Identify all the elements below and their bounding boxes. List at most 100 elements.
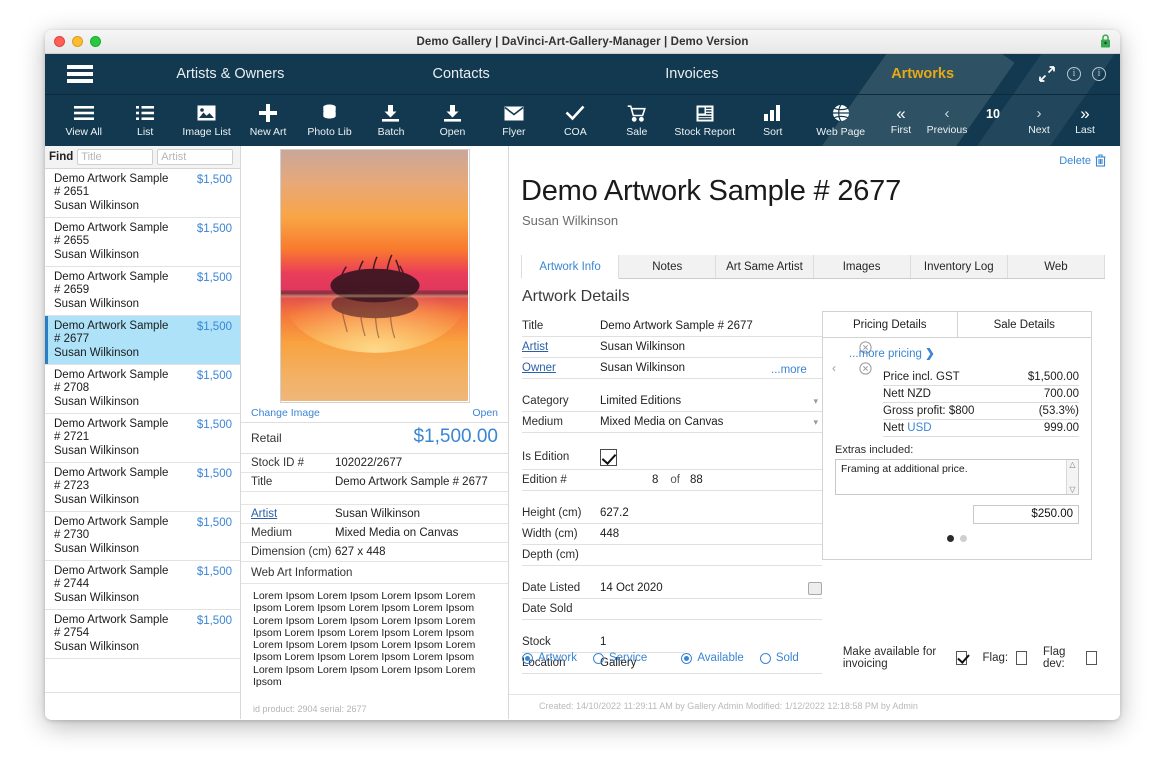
hamburger-menu-icon[interactable]: [45, 65, 115, 83]
scroll-up-icon[interactable]: △: [1069, 460, 1075, 469]
extras-amount-input[interactable]: $250.00: [973, 505, 1079, 524]
flag-checkbox[interactable]: [1016, 651, 1027, 665]
open-image-link[interactable]: Open: [472, 407, 498, 419]
toolbar-button-open[interactable]: Open: [422, 103, 483, 138]
tab-notes[interactable]: Notes: [619, 255, 716, 278]
toolbar-button-web-page[interactable]: Web Page: [803, 103, 877, 138]
toolbar-button-new-art[interactable]: New Art: [237, 103, 298, 138]
tab-images[interactable]: Images: [814, 255, 911, 278]
toolbar-button-view-all[interactable]: View All: [53, 103, 114, 138]
toolbar-button-sort[interactable]: Sort: [742, 103, 803, 138]
pager-dot-1[interactable]: [947, 535, 954, 542]
nav-item-artists-owners[interactable]: Artists & Owners: [115, 66, 346, 82]
chevron-down-icon-medium[interactable]: ▾: [813, 417, 818, 428]
field-edition-number[interactable]: Edition # 8 of 88: [522, 470, 822, 491]
field-medium[interactable]: Medium Mixed Media on Canvas ▾: [522, 412, 822, 433]
toolbar-label: Flyer: [502, 126, 525, 138]
download-icon: [382, 103, 399, 123]
field-label-depth: Depth (cm): [522, 549, 600, 561]
field-is-edition[interactable]: Is Edition: [522, 445, 822, 470]
find-title-input[interactable]: [77, 149, 153, 165]
field-label-category: Category: [522, 395, 600, 407]
toolbar-button-stock-report[interactable]: Stock Report: [668, 103, 742, 138]
field-artist[interactable]: Artist Susan Wilkinson: [522, 337, 822, 358]
list-item[interactable]: Demo Artwork Sample # 2655Susan Wilkinso…: [45, 218, 240, 267]
field-value-width: 448: [600, 528, 619, 540]
more-pricing-link[interactable]: ...more pricing ❯: [835, 346, 1079, 360]
nav-item-artworks[interactable]: Artworks: [807, 66, 1038, 82]
field-date-sold[interactable]: Date Sold: [522, 599, 822, 620]
radio-artwork[interactable]: Artwork: [522, 652, 577, 664]
artwork-list[interactable]: Demo Artwork Sample # 2651 Susan Wilkinso…: [45, 169, 240, 719]
list-item[interactable]: Demo Artwork Sample # 2730Susan Wilkinso…: [45, 512, 240, 561]
list-item[interactable]: Demo Artwork Sample # 2651Susan Wilkinso…: [45, 169, 240, 218]
main-toolbar: View All List Image List: [45, 95, 1120, 146]
tab-inventory-log[interactable]: Inventory Log: [911, 255, 1008, 278]
nav-item-invoices[interactable]: Invoices: [577, 66, 808, 82]
radio-sold[interactable]: Sold: [760, 652, 799, 664]
record-number[interactable]: 10 x: [970, 107, 1016, 135]
nav-last-button[interactable]: » Last: [1062, 105, 1108, 136]
field-title[interactable]: Title Demo Artwork Sample # 2677: [522, 316, 822, 337]
field-height[interactable]: Height (cm) 627.2: [522, 503, 822, 524]
list-item-title: Demo Artwork Sample # 2651: [54, 173, 176, 199]
more-link[interactable]: ...more: [771, 364, 807, 376]
nav-previous-button[interactable]: ‹ Previous: [924, 105, 970, 136]
field-label-owner[interactable]: Owner: [522, 362, 600, 374]
toolbar-button-image-list[interactable]: Image List: [176, 103, 237, 138]
list-item[interactable]: Demo Artwork Sample # 2721Susan Wilkinso…: [45, 414, 240, 463]
list-item[interactable]: Demo Artwork Sample # 2677Susan Wilkinso…: [45, 316, 240, 365]
artwork-image[interactable]: [280, 149, 470, 403]
pricing-row: Nett NZD700.00: [883, 386, 1079, 403]
toolbar-button-coa[interactable]: COA: [545, 103, 606, 138]
list-item-price: $1,500: [197, 370, 232, 382]
radio-service[interactable]: Service: [593, 652, 647, 664]
chevron-down-icon[interactable]: ▾: [813, 396, 818, 407]
field-value-medium: Mixed Media on Canvas: [600, 416, 723, 428]
list-item[interactable]: Demo Artwork Sample # 2708Susan Wilkinso…: [45, 365, 240, 414]
tab-web[interactable]: Web: [1008, 255, 1105, 278]
pager-dot-2[interactable]: [960, 535, 967, 542]
find-artist-input[interactable]: [157, 149, 233, 165]
field-label-date-listed: Date Listed: [522, 582, 600, 594]
info-circle-icon[interactable]: i: [1067, 67, 1081, 81]
extras-text: Framing at additional price.: [836, 460, 1066, 494]
field-category[interactable]: Category Limited Editions ▾: [522, 391, 822, 412]
calendar-icon[interactable]: [808, 582, 822, 595]
retail-price-row: Retail $1,500.00: [241, 423, 508, 454]
is-edition-checkbox[interactable]: [600, 449, 617, 466]
list-item-artist: Susan Wilkinson: [54, 542, 232, 556]
extras-textarea[interactable]: Framing at additional price. △ ▽: [835, 459, 1079, 495]
flag-dev-checkbox[interactable]: [1086, 651, 1097, 665]
toolbar-button-photo-lib[interactable]: Photo Lib: [299, 103, 360, 138]
nav-item-contacts[interactable]: Contacts: [346, 66, 577, 82]
list-item[interactable]: Demo Artwork Sample # 2754Susan Wilkinso…: [45, 610, 240, 659]
field-depth[interactable]: Depth (cm): [522, 545, 822, 566]
info-circle-icon-secondary[interactable]: i: [1092, 67, 1106, 81]
list-item[interactable]: Demo Artwork Sample # 2744Susan Wilkinso…: [45, 561, 240, 610]
tab-sale-details[interactable]: Sale Details: [957, 311, 1093, 338]
change-image-link[interactable]: Change Image: [251, 407, 320, 419]
tab-artwork-info[interactable]: Artwork Info: [521, 255, 619, 279]
field-width[interactable]: Width (cm) 448: [522, 524, 822, 545]
tab-pricing-details[interactable]: Pricing Details: [822, 311, 957, 338]
field-date-listed[interactable]: Date Listed 14 Oct 2020: [522, 578, 822, 599]
toolbar-button-list[interactable]: List: [114, 103, 175, 138]
field-label-artist[interactable]: Artist: [522, 341, 600, 353]
radio-available[interactable]: Available: [681, 652, 743, 664]
toolbar-button-flyer[interactable]: Flyer: [483, 103, 544, 138]
extras-scrollbar[interactable]: △ ▽: [1066, 460, 1078, 494]
list-item[interactable]: Demo Artwork Sample # 2659Susan Wilkinso…: [45, 267, 240, 316]
nav-next-button[interactable]: › Next: [1016, 105, 1062, 136]
expand-arrows-icon[interactable]: [1038, 65, 1056, 83]
toolbar-button-sale[interactable]: Sale: [606, 103, 667, 138]
nav-first-button[interactable]: « First: [878, 105, 924, 136]
tab-art-same-artist[interactable]: Art Same Artist: [716, 255, 813, 278]
list-item[interactable]: Demo Artwork Sample # 2723Susan Wilkinso…: [45, 463, 240, 512]
double-chevron-right-icon: »: [1080, 105, 1089, 122]
preview-field-label[interactable]: Artist: [251, 508, 335, 520]
delete-button[interactable]: Delete: [1059, 154, 1106, 167]
scroll-down-icon[interactable]: ▽: [1069, 485, 1075, 494]
invoicing-checkbox[interactable]: [956, 651, 967, 665]
toolbar-button-batch[interactable]: Batch: [360, 103, 421, 138]
